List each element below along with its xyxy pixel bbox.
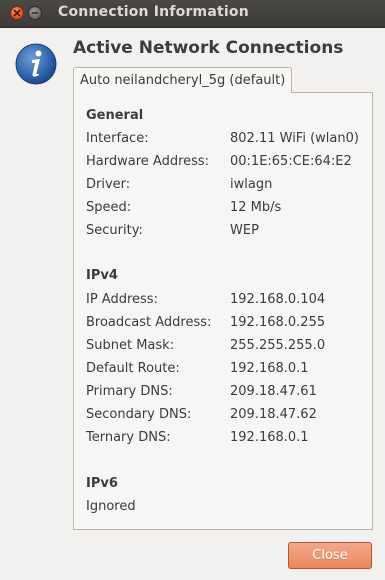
security-label: Security: — [86, 223, 143, 238]
ip-address-label: IP Address: — [86, 292, 158, 307]
broadcast-address-label: Broadcast Address: — [86, 315, 212, 330]
ternary-dns-label: Ternary DNS: — [86, 430, 171, 445]
driver-value: iwlagn — [230, 177, 273, 192]
speed-value: 12 Mb/s — [230, 200, 282, 215]
speed-label: Speed: — [86, 200, 132, 215]
primary-dns-label: Primary DNS: — [86, 384, 173, 399]
hardware-address-value: 00:1E:65:CE:64:E2 — [230, 154, 352, 169]
window-close-button[interactable] — [10, 6, 24, 20]
secondary-dns-label: Secondary DNS: — [86, 407, 192, 422]
hardware-address-label: Hardware Address: — [86, 154, 210, 169]
primary-dns-value: 209.18.47.61 — [230, 384, 317, 399]
secondary-dns-value: 209.18.47.62 — [230, 407, 317, 422]
ternary-dns-value: 192.168.0.1 — [230, 430, 309, 445]
ipv6-status-value: Ignored — [86, 499, 136, 514]
window-minimize-button[interactable] — [28, 6, 42, 20]
driver-label: Driver: — [86, 177, 131, 192]
title-bar: Connection Information — [0, 0, 385, 28]
default-route-label: Default Route: — [86, 361, 180, 376]
subnet-mask-value: 255.255.255.0 — [230, 338, 326, 353]
general-section-title: General — [86, 108, 144, 123]
tab-connection[interactable]: Auto neilandcheryl_5g (default) — [73, 67, 293, 93]
dialog-heading: Active Network Connections — [73, 38, 344, 58]
close-icon — [13, 9, 21, 17]
window-title: Connection Information — [58, 4, 249, 20]
interface-value: 802.11 WiFi (wlan0) — [230, 131, 359, 146]
info-icon — [15, 43, 57, 85]
default-route-value: 192.168.0.1 — [230, 361, 309, 376]
security-value: WEP — [230, 223, 259, 238]
ipv6-section-title: IPv6 — [86, 476, 118, 491]
broadcast-address-value: 192.168.0.255 — [230, 315, 326, 330]
close-button[interactable]: Close — [288, 542, 372, 569]
minimize-icon — [31, 12, 39, 14]
ipv4-section-title: IPv4 — [86, 268, 118, 283]
interface-label: Interface: — [86, 131, 149, 146]
ip-address-value: 192.168.0.104 — [230, 292, 326, 307]
subnet-mask-label: Subnet Mask: — [86, 338, 175, 353]
